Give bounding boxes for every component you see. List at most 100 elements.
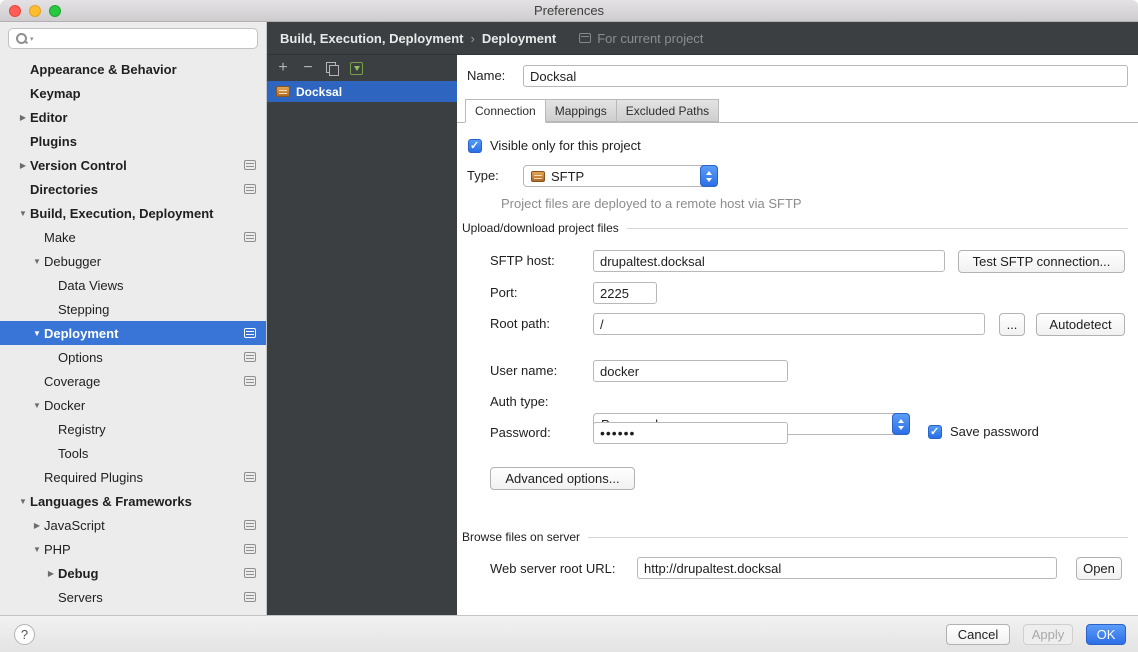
browse-root-button[interactable]: ...	[999, 313, 1025, 336]
browse-section-label: Browse files on server	[462, 530, 580, 544]
sidebar-item-docker[interactable]: ▼Docker	[0, 393, 266, 417]
sidebar-item-directories[interactable]: Directories	[0, 177, 266, 201]
sidebar-item-data-views[interactable]: Data Views	[0, 273, 266, 297]
test-connection-button[interactable]: Test SFTP connection...	[958, 250, 1125, 273]
settings-header: Build, Execution, Deployment › Deploymen…	[267, 22, 1138, 55]
name-input[interactable]	[523, 65, 1128, 87]
sidebar-item-debugger[interactable]: ▼Debugger	[0, 249, 266, 273]
sidebar-item-editor[interactable]: ▶Editor	[0, 105, 266, 129]
password-input[interactable]	[593, 422, 788, 444]
sidebar-item-deployment[interactable]: ▼Deployment	[0, 321, 266, 345]
type-value: SFTP	[551, 169, 584, 184]
sidebar-item-stepping[interactable]: Stepping	[0, 297, 266, 321]
save-password-checkbox[interactable]	[928, 425, 942, 439]
sftp-host-input[interactable]	[593, 250, 945, 272]
sidebar-item-php[interactable]: ▼PHP	[0, 537, 266, 561]
chevron-down-icon[interactable]: ▼	[16, 497, 30, 506]
sidebar-item-label: PHP	[44, 542, 71, 557]
copy-icon[interactable]	[326, 62, 339, 75]
sidebar-item-registry[interactable]: Registry	[0, 417, 266, 441]
sidebar-item-build-execution-deployment[interactable]: ▼Build, Execution, Deployment	[0, 201, 266, 225]
root-path-input[interactable]	[593, 313, 985, 335]
close-button[interactable]	[9, 5, 21, 17]
zoom-button[interactable]	[49, 5, 61, 17]
web-root-input[interactable]	[637, 557, 1057, 579]
type-help-text: Project files are deployed to a remote h…	[501, 196, 802, 212]
sidebar-item-keymap[interactable]: Keymap	[0, 81, 266, 105]
server-item-label: Docksal	[296, 85, 342, 99]
sync-icon[interactable]	[350, 62, 363, 75]
title-bar: Preferences	[0, 0, 1138, 22]
per-project-indicator-icon	[244, 544, 256, 554]
remove-icon[interactable]: −	[301, 60, 315, 76]
server-item-docksal[interactable]: Docksal	[267, 81, 457, 102]
sidebar-item-plugins[interactable]: Plugins	[0, 129, 266, 153]
ok-button[interactable]: OK	[1086, 624, 1126, 645]
sidebar-item-version-control[interactable]: ▶Version Control	[0, 153, 266, 177]
sidebar-item-label: Build, Execution, Deployment	[30, 206, 213, 221]
chevron-down-icon[interactable]: ▼	[30, 545, 44, 554]
sidebar-item-appearance-behavior[interactable]: Appearance & Behavior	[0, 57, 266, 81]
upload-section-label: Upload/download project files	[462, 221, 619, 235]
help-button[interactable]: ?	[14, 624, 35, 645]
type-dropdown[interactable]: SFTP	[523, 165, 718, 187]
chevron-right-icon[interactable]: ▶	[16, 113, 30, 122]
per-project-indicator-icon	[244, 352, 256, 362]
per-project-indicator-icon	[244, 520, 256, 530]
visible-only-label: Visible only for this project	[490, 138, 641, 154]
chevron-down-icon[interactable]: ▼	[30, 329, 44, 338]
sidebar-item-label: Directories	[30, 182, 98, 197]
tab-connection[interactable]: Connection	[465, 99, 546, 123]
sidebar-item-make[interactable]: Make	[0, 225, 266, 249]
search-box[interactable]: ▾	[8, 28, 258, 49]
search-input[interactable]	[36, 32, 251, 46]
settings-sidebar: ▾ Appearance & BehaviorKeymap▶EditorPlug…	[0, 22, 267, 615]
sidebar-item-javascript[interactable]: ▶JavaScript	[0, 513, 266, 537]
chevron-right-icon[interactable]: ▶	[30, 521, 44, 530]
tab-mappings[interactable]: Mappings	[545, 99, 617, 122]
add-icon[interactable]: +	[276, 60, 290, 76]
deployment-form: Name: Connection Mappings Excluded Paths…	[457, 55, 1138, 615]
sftp-icon	[531, 171, 545, 182]
sidebar-item-languages-frameworks[interactable]: ▼Languages & Frameworks	[0, 489, 266, 513]
sidebar-item-label: Plugins	[30, 134, 77, 149]
chevron-down-icon[interactable]: ▼	[30, 401, 44, 410]
sidebar-item-servers[interactable]: Servers	[0, 585, 266, 609]
sidebar-item-coverage[interactable]: Coverage	[0, 369, 266, 393]
user-name-input[interactable]	[593, 360, 788, 382]
sidebar-item-required-plugins[interactable]: Required Plugins	[0, 465, 266, 489]
scope-indicator: For current project	[579, 31, 703, 46]
chevron-down-icon[interactable]: ▼	[30, 257, 44, 266]
sftp-icon	[276, 86, 290, 97]
breadcrumb-page[interactable]: Deployment	[482, 31, 556, 46]
sidebar-item-label: Languages & Frameworks	[30, 494, 192, 509]
sidebar-item-label: Docker	[44, 398, 85, 413]
tab-bar: Connection Mappings Excluded Paths	[457, 99, 1138, 123]
sidebar-item-tools[interactable]: Tools	[0, 441, 266, 465]
tab-excluded-paths[interactable]: Excluded Paths	[616, 99, 719, 122]
dropdown-stepper-icon	[700, 165, 718, 187]
per-project-indicator-icon	[244, 160, 256, 170]
port-input[interactable]	[593, 282, 657, 304]
autodetect-button[interactable]: Autodetect	[1036, 313, 1125, 336]
sidebar-item-label: Editor	[30, 110, 68, 125]
sidebar-item-debug[interactable]: ▶Debug	[0, 561, 266, 585]
settings-tree: Appearance & BehaviorKeymap▶EditorPlugin…	[0, 57, 266, 609]
search-options-chevron-icon[interactable]: ▾	[30, 35, 34, 43]
minimize-button[interactable]	[29, 5, 41, 17]
per-project-indicator-icon	[244, 328, 256, 338]
chevron-right-icon[interactable]: ▶	[16, 161, 30, 170]
name-label: Name:	[467, 68, 505, 84]
open-button[interactable]: Open	[1076, 557, 1122, 580]
visible-only-checkbox[interactable]	[468, 139, 482, 153]
chevron-down-icon[interactable]: ▼	[16, 209, 30, 218]
sidebar-item-label: Required Plugins	[44, 470, 143, 485]
chevron-right-icon[interactable]: ▶	[44, 569, 58, 578]
cancel-button[interactable]: Cancel	[946, 624, 1010, 645]
per-project-indicator-icon	[244, 232, 256, 242]
sidebar-item-options[interactable]: Options	[0, 345, 266, 369]
sidebar-item-label: Coverage	[44, 374, 100, 389]
apply-button[interactable]: Apply	[1023, 624, 1073, 645]
advanced-options-button[interactable]: Advanced options...	[490, 467, 635, 490]
breadcrumb-group[interactable]: Build, Execution, Deployment	[280, 31, 463, 46]
